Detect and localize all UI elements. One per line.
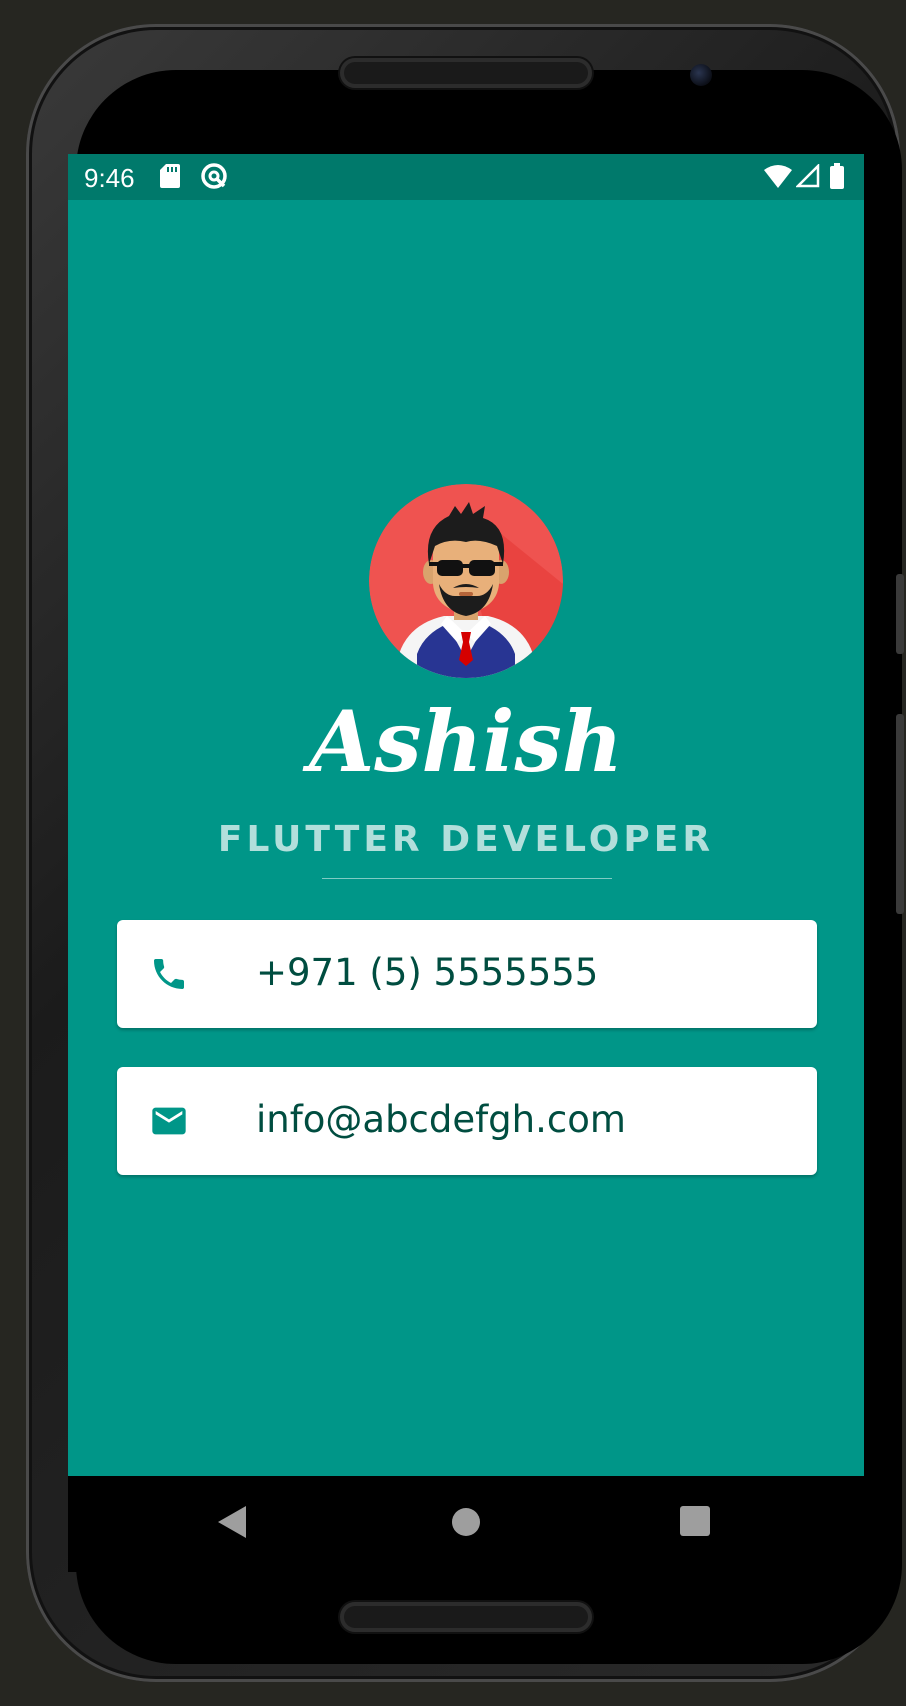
profile-name: Ashish (309, 692, 623, 791)
profile-card-page: Ashish FLUTTER DEVELOPER +971 (5) 555555… (68, 154, 864, 1476)
volume-button (896, 574, 904, 654)
status-bar: 9:46 (68, 154, 864, 200)
email-address: info@abcdefgh.com (256, 1098, 626, 1141)
front-camera (690, 64, 712, 86)
navigation-bar (68, 1476, 864, 1572)
recents-icon[interactable] (680, 1506, 710, 1536)
back-icon[interactable] (218, 1506, 246, 1538)
email-icon (152, 1107, 186, 1135)
bottom-speaker (340, 1602, 592, 1632)
phone-card[interactable]: +971 (5) 5555555 (117, 920, 817, 1028)
divider (322, 878, 612, 879)
sd-card-icon (160, 164, 180, 188)
signal-icon (796, 164, 820, 188)
battery-icon (830, 163, 844, 189)
app-screen: Ashish FLUTTER DEVELOPER +971 (5) 555555… (68, 154, 864, 1476)
profile-title: FLUTTER DEVELOPER (217, 819, 715, 860)
home-icon[interactable] (450, 1506, 482, 1538)
sync-icon (201, 163, 227, 189)
avatar-icon (369, 484, 563, 678)
top-speaker (340, 58, 592, 88)
status-time: 9:46 (84, 163, 135, 193)
phone-icon (154, 959, 184, 989)
wifi-icon (764, 165, 792, 188)
email-card[interactable]: info@abcdefgh.com (117, 1067, 817, 1175)
power-button (896, 714, 904, 914)
phone-number: +971 (5) 5555555 (256, 951, 599, 994)
